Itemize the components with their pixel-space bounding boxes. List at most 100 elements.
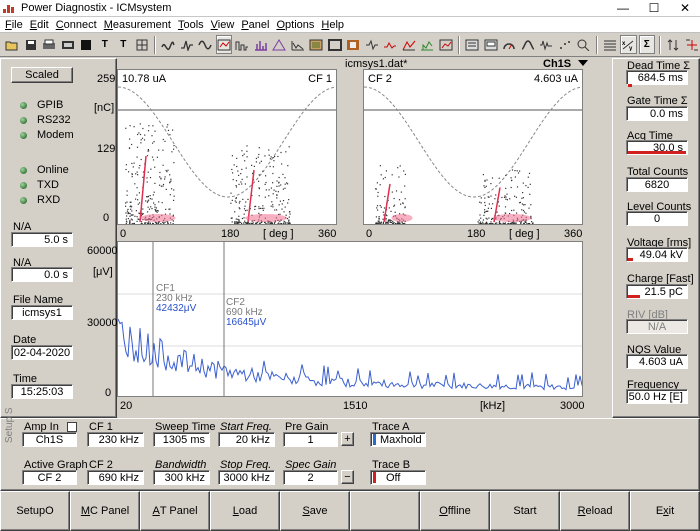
prpd-point: [148, 199, 150, 201]
channel-dropdown-icon[interactable]: [578, 60, 588, 66]
menu-measurement[interactable]: Measurement: [104, 19, 171, 31]
offline-button[interactable]: Offline: [420, 491, 490, 531]
menu-view[interactable]: View: [211, 19, 235, 31]
zoom-icon[interactable]: [575, 35, 592, 54]
prpd-point: [231, 217, 233, 219]
bandwidth-value[interactable]: 300 kHz: [153, 470, 210, 485]
gauge-icon[interactable]: [501, 35, 518, 54]
trace-a-field[interactable]: Maxhold: [370, 432, 426, 447]
list-icon[interactable]: [78, 35, 95, 54]
load-button[interactable]: Load: [210, 491, 280, 531]
frame-icon[interactable]: [327, 35, 344, 54]
save-icon[interactable]: [23, 35, 40, 54]
histogram-icon[interactable]: [234, 35, 251, 54]
sigma-icon[interactable]: Σ: [638, 35, 655, 54]
waveform-icon[interactable]: [160, 35, 177, 54]
prpd-point: [160, 178, 162, 180]
prpd-point: [165, 169, 167, 172]
reload-button[interactable]: Reload: [560, 491, 630, 531]
spec-gain-minus-button[interactable]: −: [341, 470, 354, 484]
start-button[interactable]: Start: [490, 491, 560, 531]
prpd-point: [238, 202, 240, 204]
image-icon[interactable]: [308, 35, 325, 54]
text-box-icon[interactable]: T: [115, 35, 132, 54]
trend-icon[interactable]: [382, 35, 399, 54]
exit-button[interactable]: Ex it: [630, 491, 700, 531]
sweep-time-value[interactable]: 1305 ms: [153, 432, 210, 447]
dead-time-value: 684.5 ms: [626, 70, 688, 85]
amp-in-value[interactable]: Ch1S: [22, 432, 77, 447]
prpd-point: [245, 222, 247, 224]
triangle-icon[interactable]: [271, 35, 288, 54]
print-icon[interactable]: [41, 35, 58, 54]
spectrum-icon[interactable]: [290, 35, 307, 54]
pattern-icon[interactable]: [345, 35, 362, 54]
menu-file[interactable]: File: [5, 19, 23, 31]
scope-icon[interactable]: [364, 35, 381, 54]
prpd-point: [403, 223, 405, 224]
sort-icon[interactable]: [665, 35, 682, 54]
prpd-point: [399, 165, 401, 167]
prpd-point: [137, 218, 139, 220]
prpd-point: [531, 221, 533, 223]
dots-icon[interactable]: [557, 35, 574, 54]
menu-options[interactable]: Options: [276, 19, 314, 31]
trend-3d-icon[interactable]: [401, 35, 418, 54]
empty-button[interactable]: [350, 491, 420, 531]
scaled-button[interactable]: Scaled: [11, 67, 73, 83]
filter-icon[interactable]: [520, 35, 537, 54]
save-button[interactable]: Save: [280, 491, 350, 531]
maximize-button[interactable]: ☐: [643, 1, 665, 15]
stop-freq-value[interactable]: 3000 kHz: [218, 470, 275, 485]
signal-icon[interactable]: [538, 35, 555, 54]
prpd-point: [522, 182, 524, 184]
prpd-point: [136, 187, 138, 189]
menu-tools[interactable]: Tools: [178, 19, 204, 31]
cf1-value[interactable]: 230 kHz: [87, 432, 144, 447]
menu-panel[interactable]: Panel: [241, 19, 269, 31]
prpd-point: [391, 191, 393, 193]
chart-icon[interactable]: [438, 35, 455, 54]
prpd-icon[interactable]: [215, 35, 232, 54]
export-icon[interactable]: [60, 35, 77, 54]
charge-bar: [628, 295, 640, 298]
table-icon[interactable]: [602, 35, 619, 54]
spec-gain-value[interactable]: 2: [283, 470, 338, 485]
trace-b-field[interactable]: Off: [370, 470, 426, 485]
marker-cf2-amp: 16645μV: [226, 317, 267, 328]
text-icon[interactable]: T: [97, 35, 114, 54]
compare-icon[interactable]: [684, 35, 700, 54]
prpd-point: [396, 223, 398, 224]
prpd-density-blob: [245, 214, 287, 222]
mc-panel-button[interactable]: MC Panel: [70, 491, 140, 531]
calc-icon[interactable]: [464, 35, 481, 54]
grid-icon[interactable]: [134, 35, 151, 54]
prpd2-x-360: 360: [564, 228, 583, 240]
amp-in-checkbox[interactable]: [67, 422, 77, 432]
menu-connect[interactable]: Connect: [56, 19, 97, 31]
pulse-icon[interactable]: [179, 35, 196, 54]
meter-icon[interactable]: [483, 35, 500, 54]
prpd-point: [244, 183, 246, 185]
minimize-button[interactable]: —: [612, 1, 634, 15]
menu-edit[interactable]: Edit: [30, 19, 49, 31]
sine-icon[interactable]: [197, 35, 214, 54]
setup-o-button[interactable]: Setup O: [0, 491, 70, 531]
cf2-value[interactable]: 690 kHz: [87, 470, 144, 485]
svg-text:y: y: [629, 46, 633, 51]
close-button[interactable]: ✕: [674, 1, 696, 15]
active-graph-value[interactable]: CF 2: [22, 470, 77, 485]
pre-gain-value[interactable]: 1: [283, 432, 338, 447]
prpd-point: [479, 221, 482, 223]
open-icon[interactable]: [4, 35, 21, 54]
ratio-icon[interactable]: xy: [620, 35, 637, 54]
menu-help[interactable]: Help: [321, 19, 344, 31]
prpd-point: [505, 198, 507, 200]
bar-chart-icon[interactable]: [253, 35, 270, 54]
pre-gain-plus-button[interactable]: +: [341, 432, 354, 446]
prpd-point: [278, 176, 280, 179]
map-icon[interactable]: [419, 35, 436, 54]
at-panel-button[interactable]: AT Panel: [140, 491, 210, 531]
prpd-point: [402, 202, 404, 204]
start-freq-value[interactable]: 20 kHz: [218, 432, 275, 447]
